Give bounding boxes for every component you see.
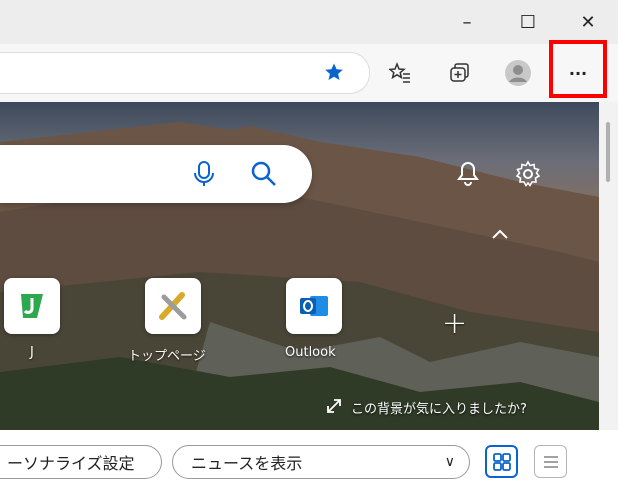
grid-icon	[492, 452, 511, 471]
highlight-box	[549, 40, 607, 98]
gear-icon[interactable]	[514, 160, 542, 192]
minimize-button[interactable]: –	[447, 8, 487, 36]
search-icon[interactable]	[250, 160, 278, 192]
favorites-list-icon[interactable]	[384, 57, 416, 89]
yahoo-x-icon	[159, 292, 187, 320]
list-icon	[543, 455, 558, 468]
title-bar: – ☐ ✕	[0, 0, 618, 44]
news-display-label: ニュースを表示	[191, 454, 303, 473]
list-layout-button[interactable]	[534, 445, 567, 478]
chevron-down-icon: ∨	[444, 454, 455, 470]
news-display-dropdown[interactable]: ニュースを表示 ∨	[172, 445, 470, 479]
news-bar: ーソナライズ設定 ニュースを表示 ∨	[0, 430, 618, 495]
personalize-label: ーソナライズ設定	[7, 454, 135, 473]
quick-link-tile-top-page[interactable]	[145, 278, 201, 334]
new-tab-background: J トップページ Outlook + この背景が気に入りましたか?	[0, 102, 599, 430]
grid-layout-button[interactable]	[485, 445, 518, 478]
outlook-icon	[300, 296, 328, 316]
quick-link-label: Outlook	[285, 345, 336, 360]
background-feedback-text[interactable]: この背景が気に入りましたか?	[351, 398, 527, 417]
personalize-button[interactable]: ーソナライズ設定	[0, 445, 162, 479]
quick-link-label: J	[30, 345, 34, 360]
j-site-icon	[21, 294, 43, 318]
quick-link-label: トップページ	[128, 349, 206, 364]
chevron-up-icon[interactable]	[490, 226, 510, 245]
star-filled-icon[interactable]	[318, 56, 350, 88]
expand-arrow-icon[interactable]	[326, 398, 342, 418]
bell-icon[interactable]	[456, 160, 480, 190]
scrollbar-thumb[interactable]	[606, 122, 610, 182]
profile-avatar-icon[interactable]	[502, 57, 534, 89]
browser-toolbar: ···	[0, 44, 618, 103]
address-bar[interactable]	[0, 52, 370, 94]
close-button[interactable]: ✕	[568, 8, 608, 36]
collections-icon[interactable]	[443, 57, 475, 89]
quick-link-tile-j[interactable]	[4, 278, 60, 334]
maximize-button[interactable]: ☐	[508, 8, 548, 36]
search-box[interactable]	[0, 145, 312, 203]
quick-link-tile-outlook[interactable]	[286, 278, 342, 334]
microphone-icon[interactable]	[193, 160, 215, 192]
add-shortcut-button[interactable]: +	[442, 306, 467, 341]
page-scrollbar[interactable]	[599, 102, 618, 430]
